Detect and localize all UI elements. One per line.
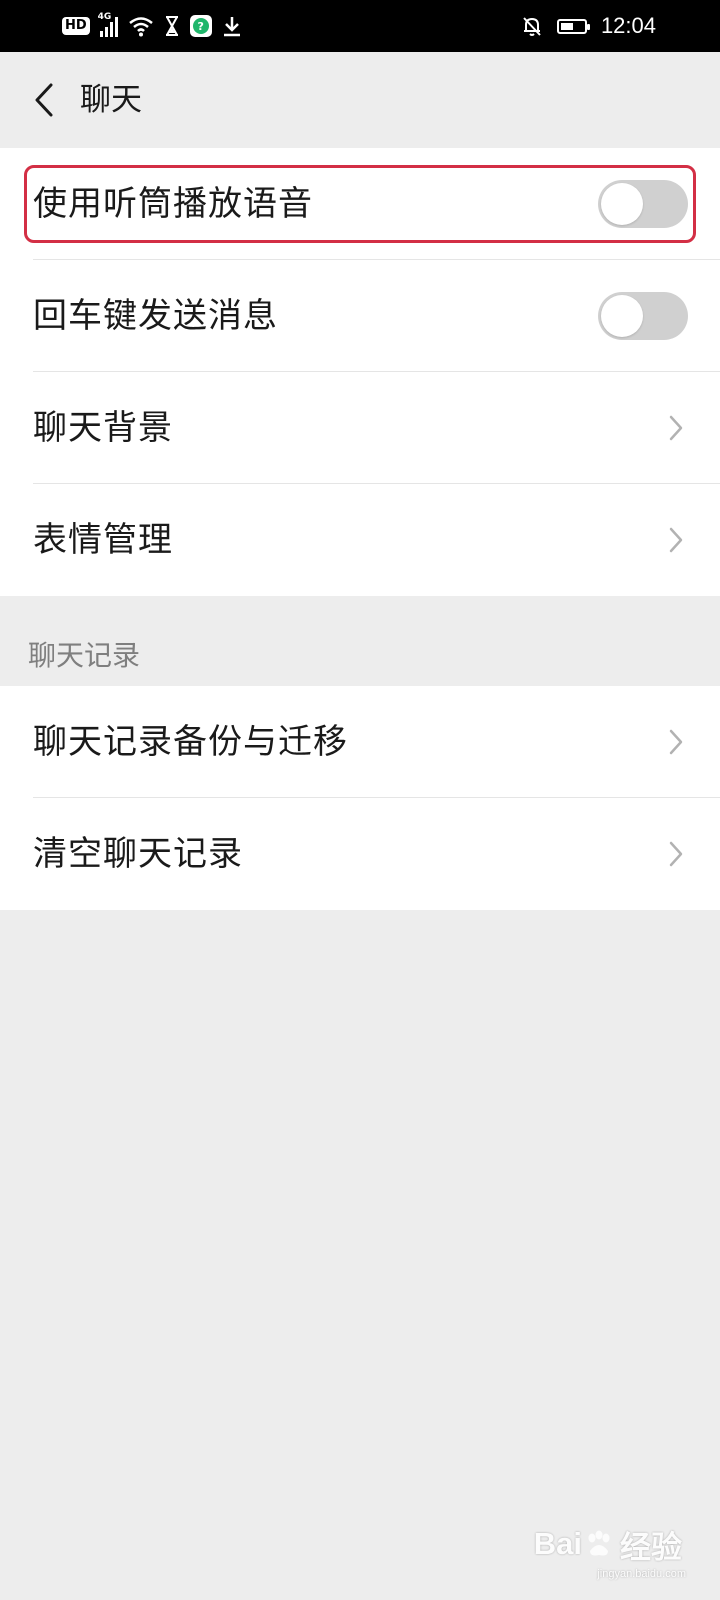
setting-label: 使用听筒播放语音 [33, 184, 313, 224]
chevron-right-icon [669, 415, 683, 441]
hourglass-icon [165, 16, 178, 36]
setting-label: 表情管理 [33, 520, 173, 560]
setting-chat-background[interactable]: 聊天背景 [0, 372, 720, 484]
section-title-chat-history: 聊天记录 [28, 639, 141, 672]
watermark-url: jingyan.baidu.com [597, 1568, 686, 1580]
paw-icon [588, 1530, 610, 1556]
watermark-logo: Bai 经验 [533, 1526, 682, 1566]
notifications-muted-icon [523, 17, 541, 36]
wifi-icon [128, 17, 153, 37]
setting-label: 聊天背景 [33, 408, 173, 448]
setting-label: 回车键发送消息 [33, 296, 278, 336]
chevron-right-icon [669, 841, 683, 867]
setting-receiver-playback[interactable]: 使用听筒播放语音 [0, 148, 720, 260]
setting-label: 聊天记录备份与迁移 [33, 722, 348, 762]
chat-settings-group: 使用听筒播放语音 回车键发送消息 聊天背景 表情管理 [0, 148, 720, 596]
header: 聊天 [0, 52, 720, 148]
signal-icon: 4G [98, 12, 118, 37]
setting-backup-migrate[interactable]: 聊天记录备份与迁移 [0, 686, 720, 798]
chat-history-group: 聊天记录备份与迁移 清空聊天记录 [0, 686, 720, 910]
setting-sticker-management[interactable]: 表情管理 [0, 484, 720, 596]
back-arrow-icon [35, 83, 53, 117]
setting-clear-history[interactable]: 清空聊天记录 [0, 798, 720, 910]
status-icons-left: HD 4G ? [62, 10, 242, 42]
chevron-right-icon [669, 527, 683, 553]
back-button[interactable] [24, 78, 64, 122]
status-time: 12:04 [600, 13, 656, 38]
setting-enter-to-send[interactable]: 回车键发送消息 [0, 260, 720, 372]
enter-to-send-toggle[interactable] [598, 292, 688, 340]
hd-icon: HD [62, 17, 90, 35]
download-icon [223, 17, 240, 37]
status-bar: HD 4G ? 12:04 [0, 0, 720, 52]
setting-label: 清空聊天记录 [33, 834, 243, 874]
receiver-playback-toggle[interactable] [598, 180, 688, 228]
status-icons-right: 12:04 [521, 10, 656, 42]
page-title: 聊天 [80, 82, 142, 118]
app-notification-icon: ? [189, 15, 212, 37]
battery-icon [556, 18, 590, 34]
chevron-right-icon [669, 729, 683, 755]
